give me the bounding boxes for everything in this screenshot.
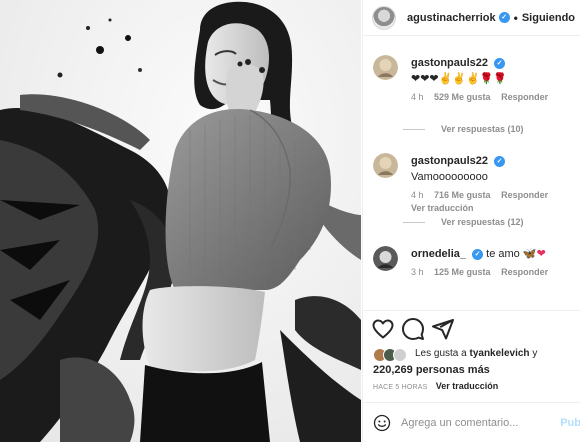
post-actions-bar xyxy=(363,310,580,344)
publish-button[interactable]: Pub xyxy=(560,417,580,429)
verified-badge-icon: ✓ xyxy=(494,155,506,167)
following-button[interactable]: Siguiendo xyxy=(522,12,575,24)
post-header: agustinacherriok ✓ • Siguiendo xyxy=(363,0,580,36)
reply-button[interactable]: Responder xyxy=(501,267,548,277)
liker-username[interactable]: tyankelevich xyxy=(470,348,530,359)
liker-avatar xyxy=(393,348,407,362)
view-replies-label: Ver respuestas (10) xyxy=(441,124,524,134)
likes-prefix: Les gusta a xyxy=(415,348,467,359)
comment-text: gastonpauls22 ✓ ❤❤❤✌✌✌🌹🌹 xyxy=(411,55,580,87)
heart-outline-icon[interactable] xyxy=(371,317,395,341)
comment-likes[interactable]: 716 Me gusta xyxy=(434,190,491,200)
comment-body: te amo xyxy=(486,248,520,260)
commenter-username[interactable]: gastonpauls22 xyxy=(411,155,488,167)
paper-plane-icon[interactable] xyxy=(431,317,455,341)
post-time-row: HACE 5 HORAS Ver traducción xyxy=(373,381,498,391)
comment-bubble-icon[interactable] xyxy=(401,317,425,341)
butterfly-emoji-icon: 🦋 xyxy=(522,248,537,260)
add-comment-bar: Pub xyxy=(363,402,580,442)
commenter-username[interactable]: ornedelia_ xyxy=(411,248,466,260)
reply-button[interactable]: Responder xyxy=(501,190,548,200)
comment-time[interactable]: 4 h xyxy=(411,92,424,102)
reply-button[interactable]: Responder xyxy=(501,92,548,102)
comment-meta: 4 h 529 Me gusta Responder xyxy=(411,91,580,104)
commenter-username[interactable]: gastonpauls22 xyxy=(411,57,488,69)
verified-badge-icon: ✓ xyxy=(498,12,510,23)
author-avatar[interactable] xyxy=(372,5,396,30)
comment-likes[interactable]: 125 Me gusta xyxy=(434,267,491,277)
verified-badge-icon: ✓ xyxy=(494,57,506,69)
comment-body: Vamooooooooo xyxy=(411,171,488,183)
smiley-icon[interactable] xyxy=(373,414,391,432)
translate-button[interactable]: Ver traducción xyxy=(411,202,573,215)
black-white-portrait-image xyxy=(0,0,361,442)
commenter-avatar[interactable] xyxy=(373,153,398,178)
post-timestamp[interactable]: HACE 5 HORAS xyxy=(373,384,428,391)
likes-summary[interactable]: Les gusta a tyankelevich y 220,269 perso… xyxy=(373,346,578,378)
view-replies-label: Ver respuestas (12) xyxy=(441,217,524,227)
header-separator: • xyxy=(513,10,518,25)
commenter-avatar[interactable] xyxy=(373,55,398,80)
view-replies-button[interactable]: Ver respuestas (10) xyxy=(403,124,524,134)
heart-emoji-icon: ❤ xyxy=(536,248,546,260)
comment-likes[interactable]: 529 Me gusta xyxy=(434,92,491,102)
comment-text: gastonpauls22 ✓ Vamooooooooo xyxy=(411,153,580,185)
comment-time[interactable]: 4 h xyxy=(411,190,424,200)
comment-time[interactable]: 3 h xyxy=(411,267,424,277)
comment-meta: 4 h 716 Me gusta Responder Ver traducció… xyxy=(411,189,580,215)
replies-divider xyxy=(403,128,425,130)
liker-avatars xyxy=(373,348,413,362)
post-photo[interactable] xyxy=(0,0,361,442)
comment-meta: 3 h 125 Me gusta Responder xyxy=(411,266,580,279)
comment-input[interactable] xyxy=(401,416,551,429)
likes-conj: y xyxy=(532,348,538,359)
comments-list[interactable]: gastonpauls22 ✓ ❤❤❤✌✌✌🌹🌹 4 h 529 Me gust… xyxy=(363,37,580,300)
comment-text: ornedelia_ ✓ te amo 🦋❤ xyxy=(411,246,580,262)
author-username[interactable]: agustinacherriok xyxy=(407,12,496,24)
comment-body: ❤❤❤✌✌✌🌹🌹 xyxy=(411,73,508,85)
commenter-avatar[interactable] xyxy=(373,246,398,271)
replies-divider xyxy=(403,221,425,223)
post-side-panel: agustinacherriok ✓ • Siguiendo gastonpau… xyxy=(362,0,580,442)
verified-badge-icon: ✓ xyxy=(472,248,484,260)
likes-count[interactable]: 220,269 personas más xyxy=(373,362,578,378)
post-translate-button[interactable]: Ver traducción xyxy=(436,381,499,391)
view-replies-button[interactable]: Ver respuestas (12) xyxy=(403,217,524,227)
